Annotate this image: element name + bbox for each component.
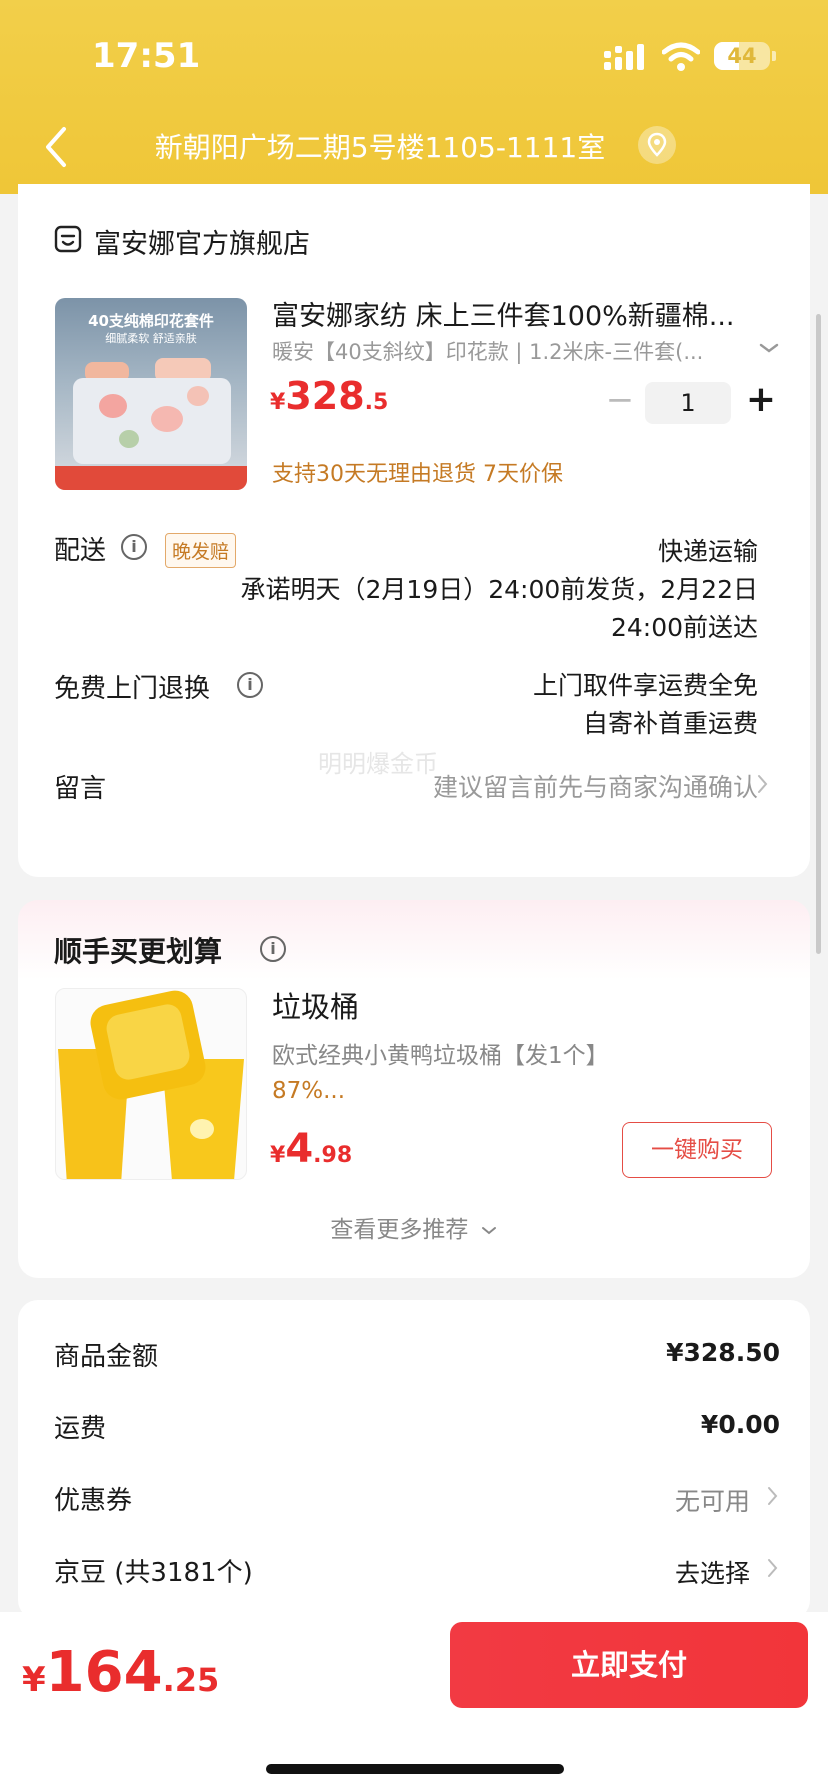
late-compensation-badge: 晚发赔 bbox=[165, 533, 237, 568]
product-image[interactable]: 40支纯棉印花套件 细腻柔软 舒适亲肤 bbox=[55, 298, 247, 490]
delivery-promise-line2: 24:00前送达 bbox=[610, 613, 758, 642]
chevron-down-icon[interactable] bbox=[758, 340, 780, 356]
price-decimal: .5 bbox=[364, 390, 389, 415]
recommend-card: 顺手买更划算 i 垃圾桶 欧式经典小黄鸭垃圾桶【发1个】 87%... ¥4.9… bbox=[18, 900, 810, 1278]
quick-buy-button[interactable]: 一键购买 bbox=[622, 1122, 772, 1178]
pay-now-button[interactable]: 立即支付 bbox=[450, 1622, 808, 1708]
info-icon[interactable]: i bbox=[260, 936, 286, 962]
goods-amount-label: 商品金额 bbox=[54, 1342, 159, 1372]
order-card: 富安娜官方旗舰店 40支纯棉印花套件 细腻柔软 舒适亲肤 富安娜家纺 床上三件套… bbox=[18, 184, 810, 877]
shipping-fee-label: 运费 bbox=[54, 1414, 107, 1444]
delivery-method[interactable]: 快递运输 bbox=[418, 532, 758, 568]
price-decimal: .98 bbox=[313, 1143, 353, 1168]
price-summary-card: 商品金额 ¥328.50 运费 ¥0.00 优惠券 无可用 京豆 (共3181个… bbox=[18, 1300, 810, 1620]
chevron-down-icon bbox=[481, 1226, 496, 1234]
recommend-product-image[interactable] bbox=[55, 988, 247, 1180]
battery-cap bbox=[772, 51, 776, 61]
coupon-value[interactable]: 无可用 bbox=[675, 1482, 750, 1518]
recommend-product-price: ¥4.98 bbox=[270, 1126, 352, 1172]
price-integer: 164 bbox=[45, 1640, 163, 1705]
delivery-promise-line1: 承诺明天（2月19日）24:00前发货，2月22日 bbox=[240, 575, 758, 604]
price-integer: 328 bbox=[285, 374, 365, 418]
shop-name[interactable]: 富安娜官方旗舰店 bbox=[94, 222, 310, 261]
status-time: 17:51 bbox=[92, 36, 201, 76]
coupon-label: 优惠券 bbox=[54, 1486, 133, 1516]
product-title[interactable]: 富安娜家纺 床上三件套100%新疆棉... bbox=[272, 294, 782, 333]
quantity-input[interactable]: 1 bbox=[645, 382, 731, 424]
watermark: 明明爆金币 bbox=[318, 750, 438, 778]
delivery-label: 配送 bbox=[54, 536, 107, 566]
return-policy: 支持30天无理由退货 7天价保 bbox=[272, 462, 563, 487]
quantity-increase-button[interactable]: + bbox=[741, 380, 781, 420]
info-icon[interactable]: i bbox=[237, 672, 263, 698]
back-arrow-icon[interactable] bbox=[40, 125, 72, 169]
delivery-address[interactable]: 新朝阳广场二期5号楼1105-1111室 bbox=[130, 126, 630, 166]
chevron-right-icon[interactable] bbox=[766, 1556, 780, 1580]
product-price: ¥328.5 bbox=[270, 374, 388, 418]
goods-amount-value: ¥328.50 bbox=[666, 1338, 780, 1367]
home-indicator[interactable] bbox=[266, 1764, 564, 1774]
message-label: 留言 bbox=[54, 774, 107, 804]
product-spec[interactable]: 暖安【40支斜纹】印花款 | 1.2米床-三件套(... bbox=[272, 336, 752, 366]
shipping-fee-value: ¥0.00 bbox=[700, 1410, 780, 1439]
return-service-line1: 上门取件享运费全免 bbox=[532, 671, 758, 700]
header-bar: 17:51 44 新朝阳广场二期5号楼1105-1111室 bbox=[0, 0, 828, 194]
store-icon bbox=[54, 225, 82, 253]
wifi-icon bbox=[662, 42, 700, 71]
chevron-right-icon[interactable] bbox=[756, 772, 770, 796]
recommend-product-desc: 欧式经典小黄鸭垃圾桶【发1个】 bbox=[272, 1043, 609, 1069]
info-icon[interactable]: i bbox=[121, 534, 147, 560]
quantity-decrease-button[interactable]: − bbox=[602, 380, 638, 420]
status-bar: 17:51 44 bbox=[0, 36, 828, 76]
recommend-product-rating: 87%... bbox=[272, 1078, 346, 1104]
jd-beans-label: 京豆 (共3181个) bbox=[54, 1558, 253, 1588]
location-pin-icon[interactable] bbox=[638, 126, 676, 164]
return-service-label: 免费上门退换 bbox=[54, 674, 211, 704]
checkout-bar: ¥164.25 立即支付 bbox=[0, 1612, 828, 1792]
cellular-signal-icon bbox=[604, 44, 644, 70]
price-integer: 4 bbox=[285, 1126, 314, 1172]
recommend-product-name[interactable]: 垃圾桶 bbox=[272, 984, 359, 1026]
message-input[interactable]: 建议留言前先与商家沟通确认 bbox=[218, 768, 758, 804]
price-currency: ¥ bbox=[270, 1143, 286, 1168]
product-image-caption: 40支纯棉印花套件 bbox=[88, 312, 214, 330]
see-more-label: 查看更多推荐 bbox=[330, 1217, 469, 1243]
jd-beans-value[interactable]: 去选择 bbox=[675, 1554, 750, 1590]
scrollbar[interactable] bbox=[816, 314, 821, 954]
battery-icon: 44 bbox=[714, 42, 770, 70]
price-currency: ¥ bbox=[270, 390, 286, 415]
price-currency: ¥ bbox=[22, 1660, 46, 1700]
battery-level: 44 bbox=[727, 44, 757, 68]
product-image-subcaption: 细腻柔软 舒适亲肤 bbox=[105, 332, 197, 345]
return-service-line2: 自寄补首重运费 bbox=[582, 709, 758, 738]
chevron-right-icon[interactable] bbox=[766, 1484, 780, 1508]
price-decimal: .25 bbox=[162, 1661, 220, 1699]
recommend-section-title: 顺手买更划算 bbox=[54, 935, 223, 968]
total-price: ¥164.25 bbox=[22, 1640, 219, 1705]
see-more-recommendations[interactable]: 查看更多推荐 bbox=[18, 1210, 810, 1244]
